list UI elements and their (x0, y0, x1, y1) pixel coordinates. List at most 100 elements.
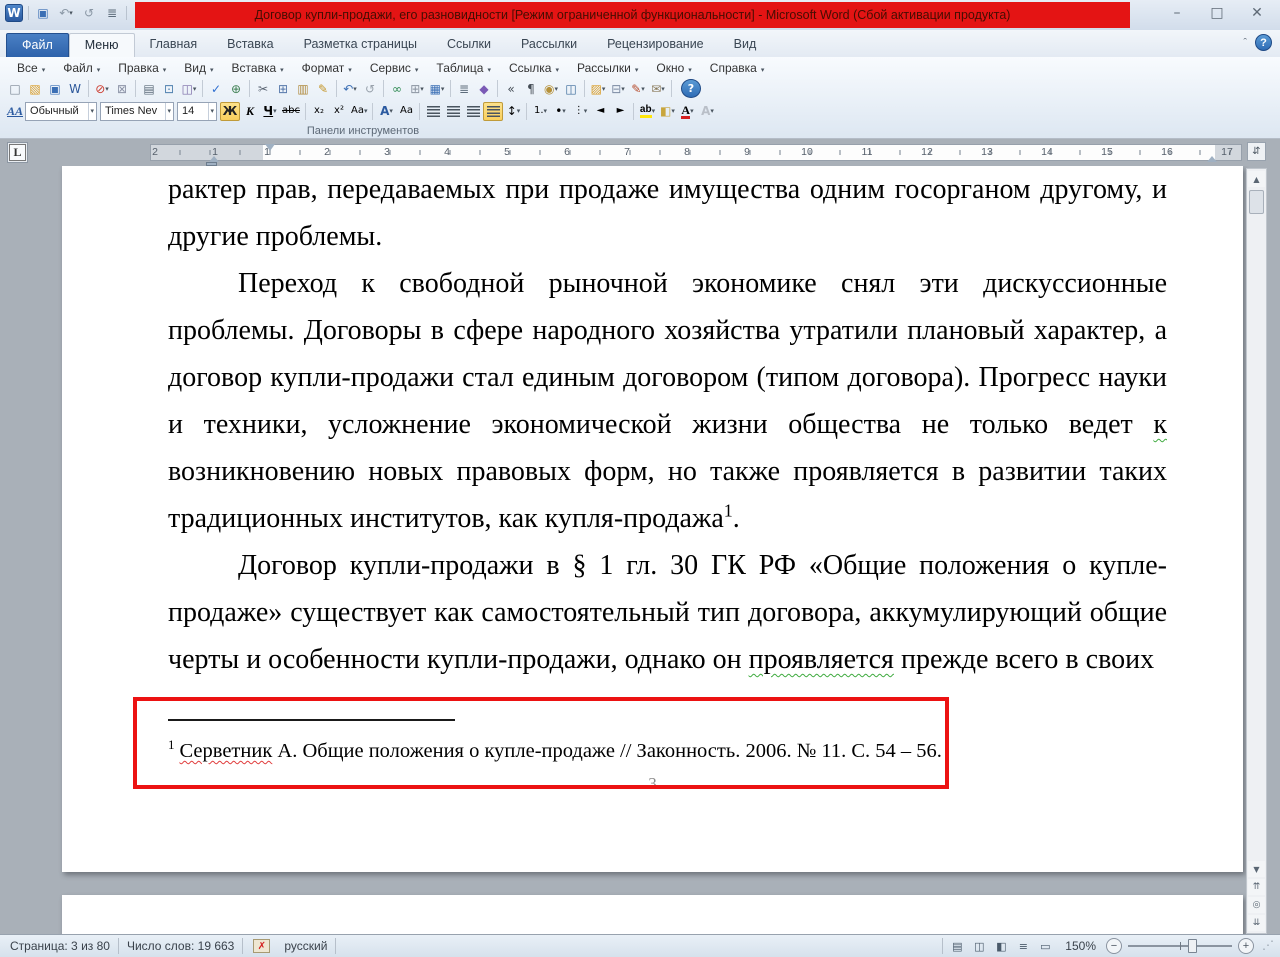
zoom-level[interactable]: 150% (1057, 939, 1104, 953)
help-icon[interactable]: ? (1255, 34, 1272, 51)
underline-button[interactable]: Ч▾ (260, 102, 280, 121)
zoom-slider-thumb[interactable] (1188, 939, 1197, 953)
format-painter-button[interactable]: ✎ (313, 79, 333, 98)
menu-item-7[interactable]: Таблица▾ (427, 60, 500, 76)
scroll-up-icon[interactable]: ▲ (1248, 171, 1265, 187)
print-preview-button[interactable]: ⊡ (159, 79, 179, 98)
numbered-list-button[interactable]: 1.▾ (530, 102, 550, 121)
align-center-button[interactable] (443, 102, 463, 121)
maximize-button[interactable]: □ (1204, 4, 1230, 22)
menu-item-2[interactable]: Правка▾ (109, 60, 175, 76)
hyperlink-button[interactable]: ∞ (387, 79, 407, 98)
new-folder-button[interactable]: ▨▾ (588, 79, 608, 98)
change-case-button[interactable]: Aa▾ (349, 102, 369, 121)
word-count[interactable]: Число слов: 19 663 (121, 939, 240, 953)
spelling-button[interactable]: ✓ (206, 79, 226, 98)
menu-item-9[interactable]: Рассылки▾ (568, 60, 647, 76)
font-combo[interactable]: Times Nev▾ (100, 102, 174, 121)
previous-page-icon[interactable]: ⇈ (1248, 879, 1265, 895)
ruler[interactable]: 211234567891011121314151617 (150, 144, 1242, 161)
redo-button[interactable]: ↺ (360, 79, 380, 98)
book-button[interactable]: ◫ (561, 79, 581, 98)
zoom-button[interactable]: ◉▾ (541, 79, 561, 98)
decrease-indent-button[interactable]: ◄ (590, 102, 610, 121)
italic-button[interactable]: К (240, 102, 260, 121)
ruler-toggle-button[interactable]: ⇵ (1247, 142, 1266, 161)
menu-item-4[interactable]: Вставка▾ (223, 60, 293, 76)
tab-insert[interactable]: Вставка (212, 33, 288, 57)
tab-stop-selector[interactable]: L (7, 142, 28, 163)
tab-review[interactable]: Рецензирование (592, 33, 719, 57)
undo-button[interactable]: ↶▾ (340, 79, 360, 98)
zoom-in-button[interactable]: + (1238, 938, 1254, 954)
cut-button[interactable]: ✂ (253, 79, 273, 98)
resize-grip-icon[interactable]: ⋰ (1256, 938, 1276, 954)
columns-button[interactable]: ≣ (454, 79, 474, 98)
show-paragraph-button[interactable]: ¶ (521, 79, 541, 98)
word-logo-button[interactable]: W (4, 3, 24, 23)
align-left-button[interactable] (423, 102, 443, 121)
footnote-reference[interactable]: 1 (724, 501, 733, 521)
tab-view[interactable]: Вид (719, 33, 772, 57)
line-spacing-button[interactable]: ↕▾ (503, 102, 523, 121)
subscript-button[interactable]: x₂ (309, 102, 329, 121)
browse-object-icon[interactable]: ◎ (1248, 897, 1265, 913)
web-layout-view-button[interactable]: ◧ (991, 937, 1011, 955)
print-layout-view-button[interactable]: ▤ (947, 937, 967, 955)
scrollbar-thumb[interactable] (1249, 190, 1264, 214)
highlight-button[interactable]: ab▾ (637, 102, 657, 121)
protect-document-button[interactable]: ⊠ (112, 79, 132, 98)
menu-item-3[interactable]: Вид▾ (175, 60, 222, 76)
tab-mailings[interactable]: Рассылки (506, 33, 592, 57)
zoom-out-button[interactable]: − (1106, 938, 1122, 954)
shading-button[interactable]: ◧▾ (657, 102, 677, 121)
styles-button[interactable]: АА (5, 102, 25, 121)
menu-item-11[interactable]: Справка▾ (701, 60, 774, 76)
fullscreen-view-button[interactable]: ◫ (969, 937, 989, 955)
print-button[interactable]: ▤ (139, 79, 159, 98)
justify-button[interactable] (483, 102, 503, 121)
strikethrough-button[interactable]: abc (280, 102, 302, 121)
redo-button[interactable]: ↺ (79, 3, 99, 23)
next-page-icon[interactable]: ⇊ (1248, 915, 1265, 931)
paste-button[interactable]: ▥ (293, 79, 313, 98)
menu-item-1[interactable]: Файл▾ (54, 60, 109, 76)
help-button[interactable]: ? (681, 79, 701, 98)
right-indent-marker[interactable] (1207, 151, 1217, 162)
menu-item-6[interactable]: Сервис▾ (361, 60, 428, 76)
draft-view-button[interactable]: ▭ (1035, 937, 1055, 955)
menu-item-8[interactable]: Ссылка▾ (500, 60, 568, 76)
undo-button[interactable]: ↶▾ (56, 3, 76, 23)
close-button[interactable]: ✕ (1244, 4, 1270, 22)
style-combo[interactable]: Обычный▾ (25, 102, 97, 121)
bold-button[interactable]: Ж (220, 102, 240, 121)
align-right-button[interactable] (463, 102, 483, 121)
word-document-button[interactable]: W (65, 79, 85, 98)
scroll-down-icon[interactable]: ▼ (1248, 861, 1265, 877)
bullet-list-button[interactable]: •▾ (550, 102, 570, 121)
increase-indent-button[interactable]: ► (610, 102, 630, 121)
font-size-combo[interactable]: 14▾ (177, 102, 217, 121)
paragraph-settings-button[interactable]: ≣ (102, 3, 122, 23)
envelope-button[interactable]: ✉▾ (648, 79, 668, 98)
tab-file[interactable]: Файл (6, 33, 69, 57)
pen-button[interactable]: ✎▾ (628, 79, 648, 98)
tab-menu[interactable]: Меню (69, 33, 135, 57)
research-button[interactable]: ⊕ (226, 79, 246, 98)
menu-item-5[interactable]: Формат▾ (293, 60, 361, 76)
open-folder-button[interactable]: ▧ (25, 79, 45, 98)
font-style-button[interactable]: А▾ (376, 102, 396, 121)
menu-item-10[interactable]: Окно▾ (647, 60, 700, 76)
read-mode-button[interactable]: ◫▾ (179, 79, 199, 98)
document-text[interactable]: рактер прав, передаваемых при продаже им… (168, 166, 1167, 683)
proofing-errors-icon[interactable]: ✗ (253, 939, 270, 953)
minimize-button[interactable]: – (1164, 4, 1190, 22)
font-color-button[interactable]: А▾ (677, 102, 697, 121)
menu-item-0[interactable]: Все▾ (8, 60, 54, 76)
zoom-slider[interactable] (1128, 938, 1232, 954)
save-button[interactable]: ▣ (33, 3, 53, 23)
outline-view-button[interactable]: ≡ (1013, 937, 1033, 955)
tab-page-layout[interactable]: Разметка страницы (289, 33, 432, 57)
language-indicator[interactable]: русский (278, 939, 333, 953)
page-indicator[interactable]: Страница: 3 из 80 (4, 939, 116, 953)
